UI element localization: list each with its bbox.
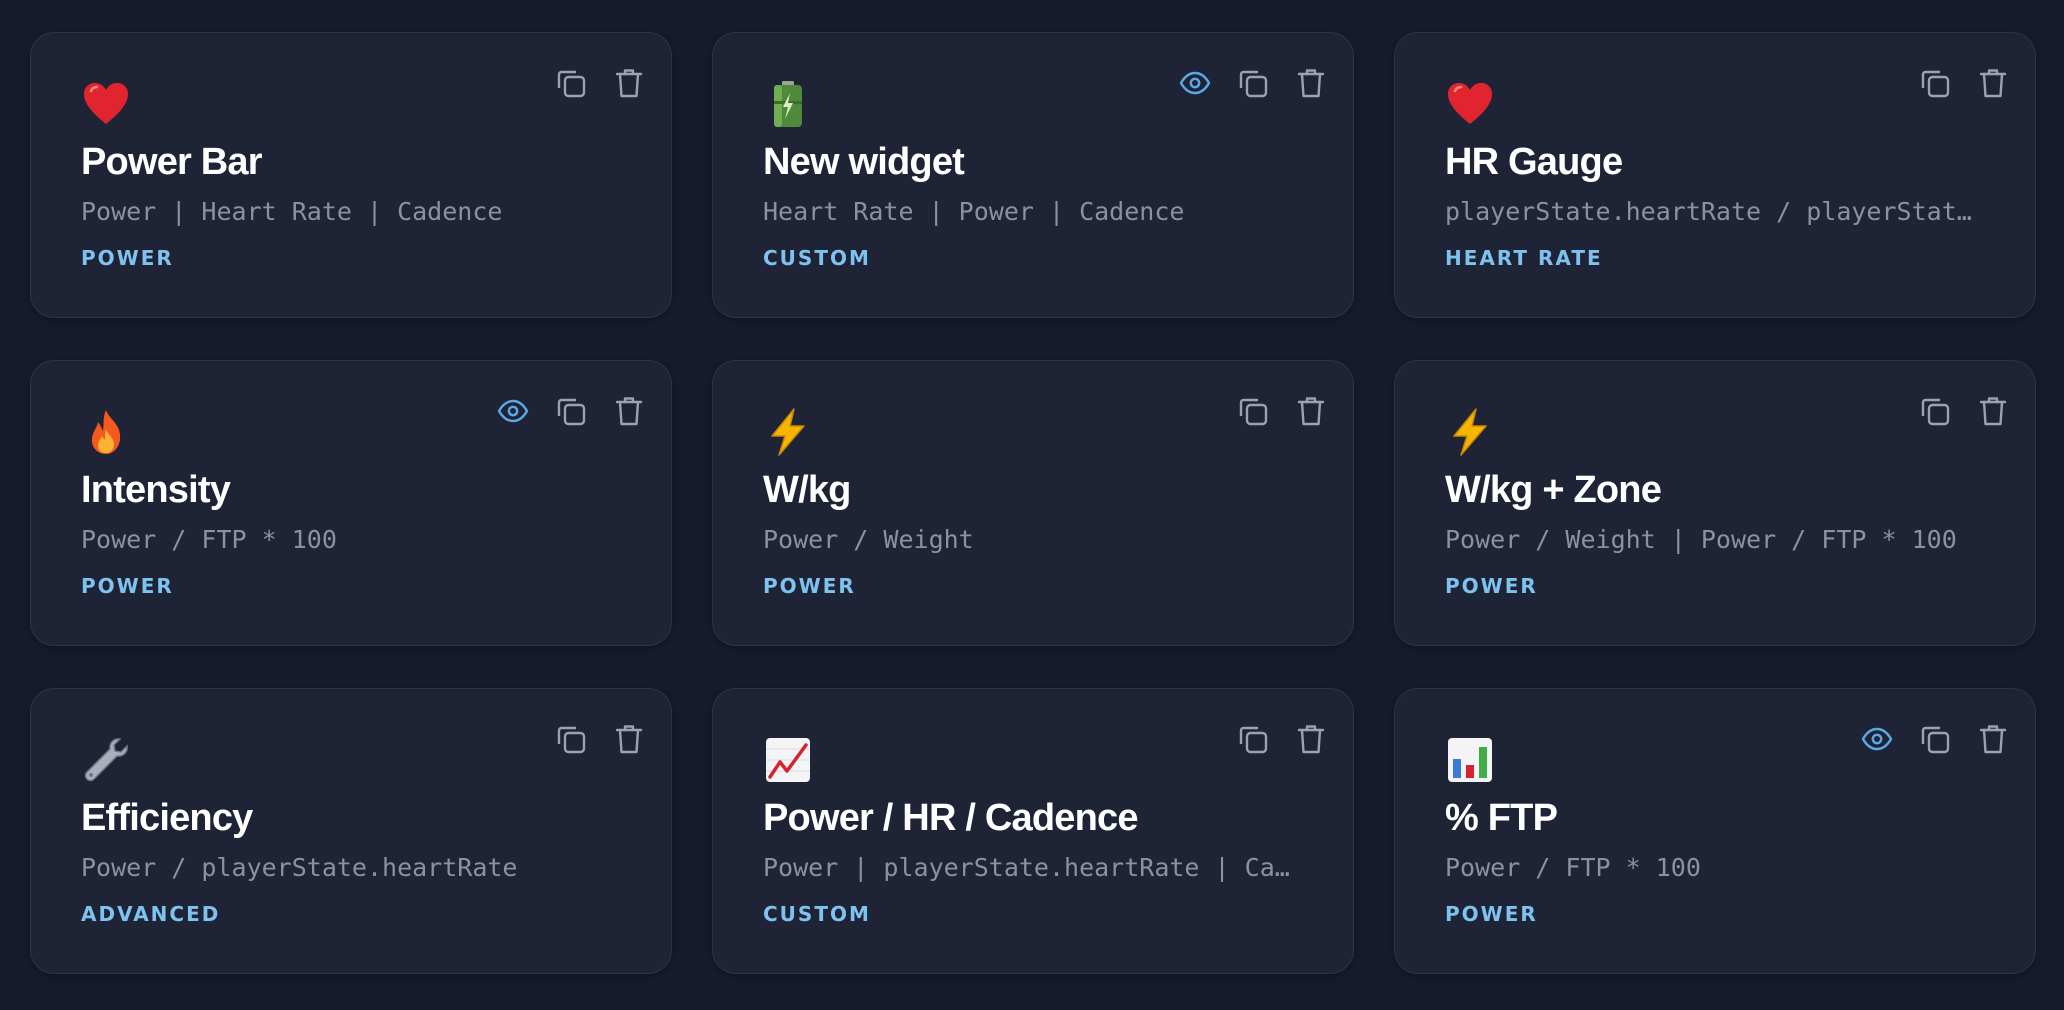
fire-icon [81,407,131,457]
widget-card[interactable]: Power / HR / Cadence Power | playerState.… [712,688,1354,974]
trash-icon[interactable] [1293,721,1329,757]
widget-card[interactable]: New widget Heart Rate | Power | Cadence CU… [712,32,1354,318]
widget-category: CUSTOM [763,902,871,926]
wrench-icon [81,735,131,785]
card-actions [1235,721,1329,757]
widget-title: Intensity [81,469,231,511]
copy-icon[interactable] [1917,721,1953,757]
trash-icon[interactable] [1293,65,1329,101]
widget-category: POWER [1445,574,1538,598]
copy-icon[interactable] [553,393,589,429]
copy-icon[interactable] [1235,721,1271,757]
copy-icon[interactable] [1235,65,1271,101]
widget-title: % FTP [1445,797,1558,839]
copy-icon[interactable] [553,65,589,101]
widget-title: Efficiency [81,797,253,839]
widget-category: POWER [763,574,856,598]
copy-icon[interactable] [1235,393,1271,429]
widget-category: POWER [81,574,174,598]
widget-formula: Power / FTP * 100 [81,525,337,554]
widget-category: ADVANCED [81,902,221,926]
card-actions [1235,393,1329,429]
copy-icon[interactable] [1917,65,1953,101]
trash-icon[interactable] [611,393,647,429]
eye-icon[interactable] [1177,65,1213,101]
widget-title: New widget [763,141,965,183]
widget-formula: Power / Weight [763,525,974,554]
widget-title: Power / HR / Cadence [763,797,1138,839]
eye-icon[interactable] [1859,721,1895,757]
card-actions [553,65,647,101]
widget-grid: Power Bar Power | Heart Rate | Cadence POW… [30,32,2036,974]
widget-card[interactable]: HR Gauge playerState.heartRate / playerSt… [1394,32,2036,318]
widget-card[interactable]: Intensity Power / FTP * 100 POWER [30,360,672,646]
widget-card[interactable]: W/kg + Zone Power / Weight | Power / FTP … [1394,360,2036,646]
widget-title: HR Gauge [1445,141,1623,183]
widget-category: POWER [81,246,174,270]
trash-icon[interactable] [1975,721,2011,757]
widget-card[interactable]: W/kg Power / Weight POWER [712,360,1354,646]
widget-category: POWER [1445,902,1538,926]
lightning-icon [1445,407,1495,457]
widget-card[interactable]: % FTP Power / FTP * 100 POWER [1394,688,2036,974]
widget-formula: Power / playerState.heartRate [81,853,518,882]
widget-formula: Power / Weight | Power / FTP * 100 [1445,525,1957,554]
widget-formula: Power / FTP * 100 [1445,853,1701,882]
widget-card[interactable]: Efficiency Power / playerState.heartRate A… [30,688,672,974]
trash-icon[interactable] [611,721,647,757]
bar-chart-icon [1445,735,1495,785]
widget-formula: Power | playerState.heartRate | Cadence [763,853,1303,882]
card-actions [495,393,647,429]
widget-formula: playerState.heartRate / playerState.maxH… [1445,197,1985,226]
trash-icon[interactable] [1975,65,2011,101]
widget-title: W/kg + Zone [1445,469,1662,511]
widget-formula: Power | Heart Rate | Cadence [81,197,503,226]
heart-icon [81,79,131,129]
card-actions [1917,393,2011,429]
trash-icon[interactable] [1975,393,2011,429]
widget-formula: Heart Rate | Power | Cadence [763,197,1185,226]
widget-category: CUSTOM [763,246,871,270]
heart-icon [1445,79,1495,129]
card-actions [553,721,647,757]
card-actions [1917,65,2011,101]
chart-increasing-icon [763,735,813,785]
card-actions [1859,721,2011,757]
copy-icon[interactable] [553,721,589,757]
lightning-icon [763,407,813,457]
card-actions [1177,65,1329,101]
trash-icon[interactable] [1293,393,1329,429]
widget-card[interactable]: Power Bar Power | Heart Rate | Cadence POW… [30,32,672,318]
widget-title: Power Bar [81,141,263,183]
eye-icon[interactable] [495,393,531,429]
widget-category: HEART RATE [1445,246,1603,270]
trash-icon[interactable] [611,65,647,101]
copy-icon[interactable] [1917,393,1953,429]
battery-icon [763,79,813,129]
widget-title: W/kg [763,469,851,511]
